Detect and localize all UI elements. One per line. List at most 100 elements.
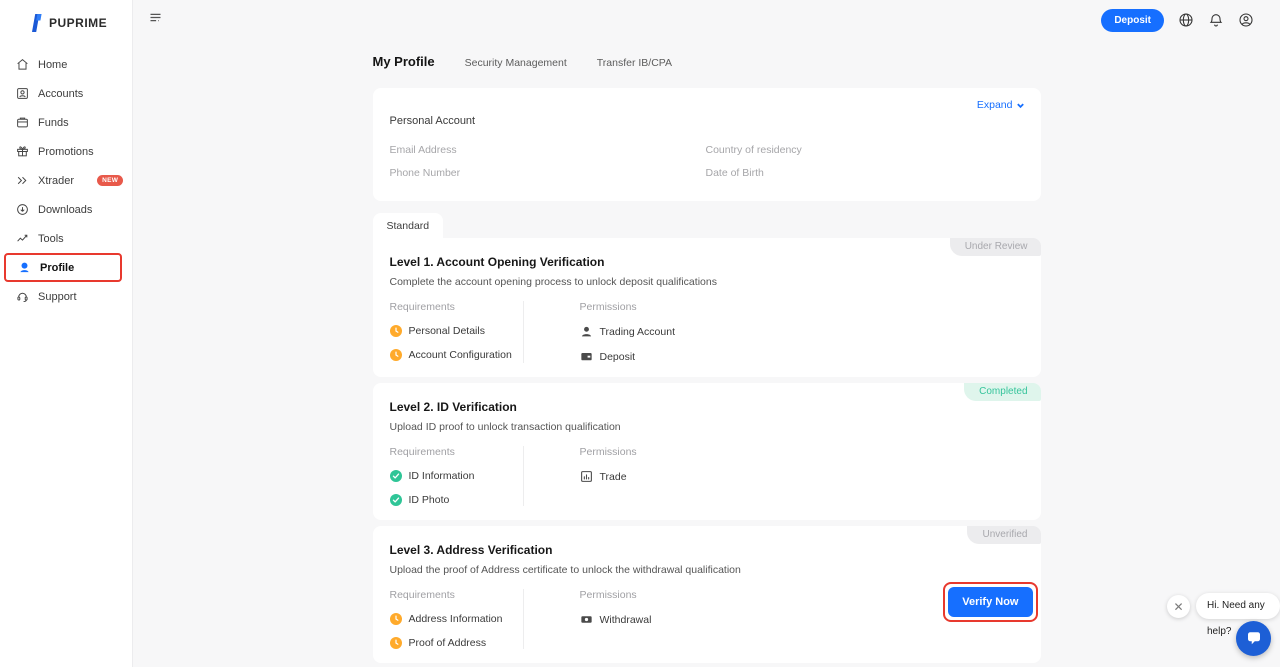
requirements-column: Requirements ID Information ID Photo: [390, 446, 524, 506]
check-icon: [390, 470, 402, 482]
level-1-description: Complete the account opening process to …: [390, 276, 1024, 288]
home-icon: [16, 58, 29, 71]
personal-account-title: Personal Account: [390, 115, 1024, 127]
sidebar-item-promotions[interactable]: Promotions: [0, 137, 132, 166]
requirement-label: ID Information: [409, 470, 475, 482]
wallet-icon: [580, 350, 593, 363]
menu-fold-icon: [148, 10, 163, 25]
requirement-id-photo: ID Photo: [390, 494, 513, 506]
level-1-card: Under Review Level 1. Account Opening Ve…: [373, 238, 1041, 377]
sidebar-item-tools[interactable]: Tools: [0, 224, 132, 253]
sidebar-item-home[interactable]: Home: [0, 50, 132, 79]
permission-label: Withdrawal: [600, 614, 652, 626]
pending-icon: [390, 349, 402, 361]
requirement-proof-of-address: Proof of Address: [390, 637, 513, 649]
profile-annotation-box: Profile: [4, 253, 122, 282]
requirement-label: Account Configuration: [409, 349, 512, 361]
chat-launcher-button[interactable]: [1236, 621, 1271, 656]
permission-deposit: Deposit: [580, 350, 1024, 363]
brand-logo: PUPRIME: [0, 10, 132, 36]
permission-label: Trade: [600, 471, 627, 483]
chat-close-button[interactable]: ✕: [1167, 595, 1190, 618]
sidebar-collapse-button[interactable]: [148, 10, 163, 30]
language-button[interactable]: [1178, 12, 1194, 28]
permission-label: Deposit: [600, 351, 636, 363]
level-3-title: Level 3. Address Verification: [390, 543, 1024, 557]
chat-tooltip[interactable]: Hi. Need any help?: [1196, 593, 1280, 619]
permission-label: Trading Account: [600, 326, 676, 338]
requirements-heading: Requirements: [390, 301, 513, 313]
tab-standard[interactable]: Standard: [373, 213, 444, 238]
deposit-button[interactable]: Deposit: [1101, 9, 1164, 32]
requirement-label: ID Photo: [409, 494, 450, 506]
expand-label: Expand: [977, 99, 1013, 111]
permission-trading-account: Trading Account: [580, 325, 1024, 338]
sidebar-item-label: Funds: [38, 117, 69, 129]
support-icon: [16, 290, 29, 303]
status-badge: Completed: [964, 383, 1040, 401]
level-3-card: Unverified Level 3. Address Verification…: [373, 526, 1041, 663]
requirements-column: Requirements Address Information Proof o…: [390, 589, 524, 649]
downloads-icon: [16, 203, 29, 216]
sidebar-item-support[interactable]: Support: [0, 282, 132, 311]
user-circle-icon: [1238, 12, 1254, 28]
field-phone-number: Phone Number: [390, 167, 706, 179]
status-badge: Unverified: [967, 526, 1040, 544]
profile-fields: Email Address Country of residency Phone…: [390, 144, 1024, 179]
permissions-heading: Permissions: [580, 446, 1024, 458]
requirement-address-information: Address Information: [390, 613, 513, 625]
promotions-icon: [16, 145, 29, 158]
verify-now-annotation-box: Verify Now: [943, 582, 1037, 622]
sidebar-item-label: Xtrader: [38, 175, 74, 187]
sidebar-item-label: Accounts: [38, 88, 83, 100]
pending-icon: [390, 613, 402, 625]
requirement-label: Proof of Address: [409, 637, 487, 649]
level-2-card: Completed Level 2. ID Verification Uploa…: [373, 383, 1041, 520]
expand-link[interactable]: Expand: [977, 99, 1025, 111]
level-3-description: Upload the proof of Address certificate …: [390, 564, 1024, 576]
field-date-of-birth: Date of Birth: [706, 167, 1024, 179]
topbar: Deposit: [133, 0, 1280, 40]
field-email-address: Email Address: [390, 144, 706, 156]
permissions-column: Permissions Trade: [524, 446, 1024, 506]
topbar-actions: Deposit: [1101, 9, 1254, 32]
pending-icon: [390, 637, 402, 649]
permissions-column: Permissions Trading Account Deposit: [524, 301, 1024, 363]
tab-my-profile[interactable]: My Profile: [373, 54, 435, 69]
sidebar-item-downloads[interactable]: Downloads: [0, 195, 132, 224]
tab-security-management[interactable]: Security Management: [465, 57, 567, 69]
account-menu-button[interactable]: [1238, 12, 1254, 28]
level-2-description: Upload ID proof to unlock transaction qu…: [390, 421, 1024, 433]
verify-now-button[interactable]: Verify Now: [948, 587, 1032, 617]
puprime-logo-icon: [28, 13, 44, 33]
profile-icon: [18, 261, 31, 274]
new-badge: NEW: [97, 175, 123, 186]
sidebar-item-label: Home: [38, 59, 67, 71]
main-area: Deposit My Profile Security Management T…: [133, 0, 1280, 667]
sidebar-item-accounts[interactable]: Accounts: [0, 79, 132, 108]
sidebar-item-funds[interactable]: Funds: [0, 108, 132, 137]
check-icon: [390, 494, 402, 506]
status-badge: Under Review: [950, 238, 1041, 256]
sidebar-item-profile[interactable]: Profile: [6, 255, 120, 280]
accounts-icon: [16, 87, 29, 100]
requirement-id-information: ID Information: [390, 470, 513, 482]
requirement-label: Address Information: [409, 613, 503, 625]
tools-icon: [16, 232, 29, 245]
content-container: My Profile Security Management Transfer …: [373, 54, 1041, 667]
chart-icon: [580, 470, 593, 483]
sidebar-item-label: Downloads: [38, 204, 92, 216]
permissions-heading: Permissions: [580, 301, 1024, 313]
requirement-personal-details: Personal Details: [390, 325, 513, 337]
permission-trade: Trade: [580, 470, 1024, 483]
brand-name: PUPRIME: [49, 16, 107, 30]
globe-icon: [1178, 12, 1194, 28]
notifications-button[interactable]: [1208, 12, 1224, 28]
app-window: PUPRIME Home Accounts Funds Promotions X…: [0, 0, 1280, 667]
sidebar-item-label: Promotions: [38, 146, 94, 158]
sidebar-item-xtrader[interactable]: Xtrader NEW: [0, 166, 132, 195]
banknote-icon: [580, 613, 593, 626]
bell-icon: [1208, 12, 1224, 28]
user-icon: [580, 325, 593, 338]
tab-transfer-ib-cpa[interactable]: Transfer IB/CPA: [597, 57, 672, 69]
